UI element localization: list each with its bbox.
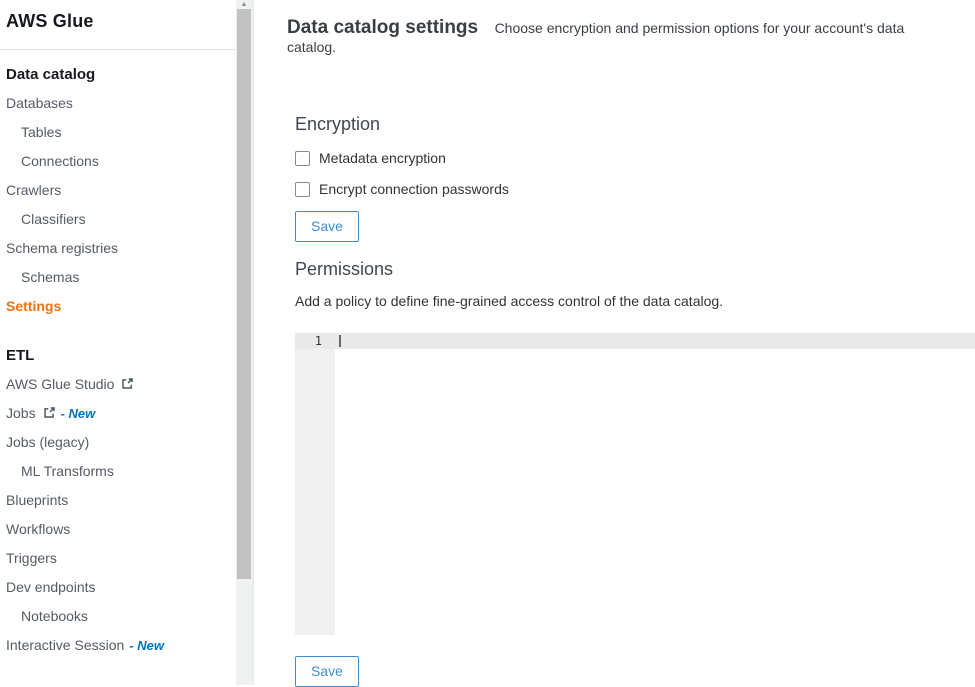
external-link-icon [121,371,134,400]
permissions-heading: Permissions [295,259,975,279]
sidebar-item-classifiers[interactable]: Classifiers [0,205,238,234]
sidebar-item-triggers[interactable]: Triggers [0,544,238,573]
metadata-encryption-row[interactable]: Metadata encryption [295,150,975,166]
sidebar-item-notebooks[interactable]: Notebooks [0,602,238,631]
new-badge: - New [129,638,164,653]
sidebar-item-workflows[interactable]: Workflows [0,515,238,544]
permissions-description: Add a policy to define fine-grained acce… [295,293,975,309]
nav-heading-etl: ETL [0,341,238,370]
sidebar-item-jobs[interactable]: Jobs - New [0,399,238,428]
page-header: Data catalog settings Choose encryption … [287,17,955,57]
sidebar-item-label: Triggers [6,550,57,566]
app-title: AWS Glue [6,11,94,31]
sidebar-item-tables[interactable]: Tables [0,118,238,147]
encrypt-passwords-row[interactable]: Encrypt connection passwords [295,181,975,197]
nav-section-data-catalog: Data catalog Databases Tables Connections Cr… [0,60,238,321]
sidebar-item-label: Schemas [21,269,79,285]
sidebar-item-label: Jobs [6,405,36,421]
sidebar-item-label: Tables [21,124,61,140]
sidebar-item-ml-transforms[interactable]: ML Transforms [0,457,238,486]
metadata-encryption-checkbox[interactable] [295,151,310,166]
policy-editor[interactable]: 1 [295,333,975,635]
sidebar-header: AWS Glue [0,0,238,50]
sidebar-item-schemas[interactable]: Schemas [0,263,238,292]
sidebar-item-label: Blueprints [6,492,68,508]
sidebar-item-dev-endpoints[interactable]: Dev endpoints [0,573,238,602]
editor-active-line [295,333,975,349]
sidebar-item-label: Settings [6,298,61,314]
editor-line-number: 1 [295,333,335,349]
sidebar-item-aws-glue-studio[interactable]: AWS Glue Studio [0,370,238,399]
permissions-save-button[interactable]: Save [295,656,359,687]
checkbox-label: Metadata encryption [319,150,446,166]
encrypt-passwords-checkbox[interactable] [295,182,310,197]
sidebar-item-label: Jobs (legacy) [6,434,89,450]
sidebar-item-label: Schema registries [6,240,118,256]
sidebar-item-label: Crawlers [6,182,61,198]
sidebar-item-blueprints[interactable]: Blueprints [0,486,238,515]
sidebar-item-label: Workflows [6,521,70,537]
sidebar-item-label: ML Transforms [21,463,114,479]
checkbox-label: Encrypt connection passwords [319,181,509,197]
sidebar-item-label: Dev endpoints [6,579,96,595]
main-content: Data catalog settings Choose encryption … [256,0,975,685]
sidebar-item-connections[interactable]: Connections [0,147,238,176]
encryption-heading: Encryption [295,114,975,134]
sidebar-item-jobs-legacy[interactable]: Jobs (legacy) [0,428,238,457]
sidebar-item-label: Classifiers [21,211,86,227]
sidebar-item-label: Interactive Session [6,637,124,653]
sidebar-scrollbar[interactable]: ▲ [236,0,252,685]
sidebar-nav: Data catalog Databases Tables Connections Cr… [0,50,238,660]
sidebar-item-databases[interactable]: Databases [0,89,238,118]
sidebar-item-label: AWS Glue Studio [6,376,114,392]
editor-gutter [295,333,335,635]
sidebar: AWS Glue Data catalog Databases Tables Conn… [0,0,254,685]
settings-panel: Encryption Metadata encryption Encrypt c… [295,114,975,687]
sidebar-item-crawlers[interactable]: Crawlers [0,176,238,205]
new-badge: - New [61,406,96,421]
page-title: Data catalog settings [287,17,478,38]
encryption-save-button[interactable]: Save [295,211,359,242]
scrollbar-thumb[interactable] [237,9,251,579]
external-link-icon [43,400,56,429]
sidebar-item-interactive-session[interactable]: Interactive Session - New [0,631,238,660]
sidebar-item-label: Databases [6,95,73,111]
sidebar-item-schema-registries[interactable]: Schema registries [0,234,238,263]
nav-heading-data-catalog: Data catalog [0,60,238,89]
scroll-up-arrow-icon[interactable]: ▲ [236,0,252,9]
editor-cursor [339,335,341,347]
sidebar-item-label: Connections [21,153,99,169]
nav-section-etl: ETL AWS Glue Studio Jobs - New Jobs (legacy)… [0,341,238,660]
sidebar-item-label: Notebooks [21,608,88,624]
sidebar-item-settings[interactable]: Settings [0,292,238,321]
